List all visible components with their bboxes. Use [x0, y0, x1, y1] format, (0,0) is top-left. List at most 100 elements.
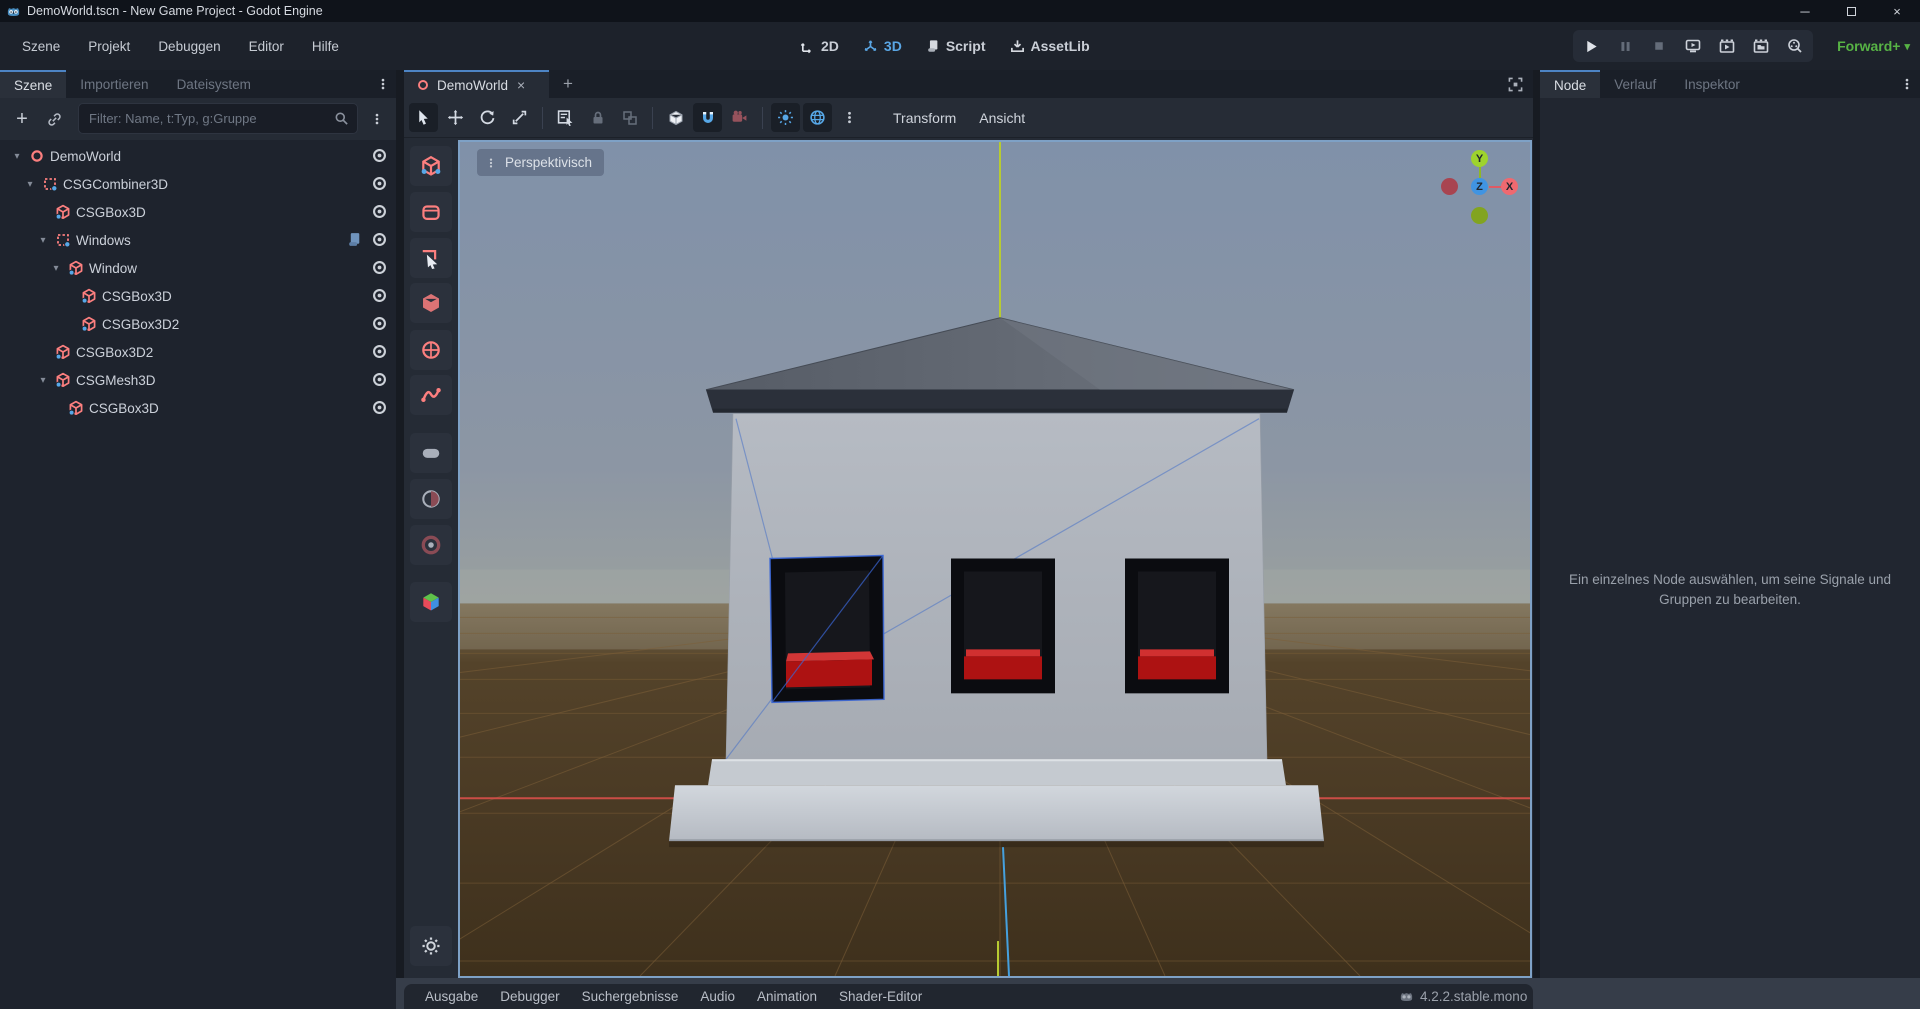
bottom-tab-suchergebnisse[interactable]: Suchergebnisse: [571, 989, 690, 1004]
stop-button[interactable]: [1649, 36, 1669, 56]
list-select-tool-button[interactable]: [551, 103, 580, 132]
chevron-down-icon[interactable]: ▾: [49, 263, 63, 274]
pause-button[interactable]: [1615, 36, 1635, 56]
visibility-eye-icon[interactable]: [371, 203, 388, 220]
bottom-tab-ausgabe[interactable]: Ausgabe: [414, 989, 489, 1004]
tree-row-csgbox3d[interactable]: CSGBox3D: [0, 198, 396, 226]
visibility-eye-icon[interactable]: [371, 259, 388, 276]
tree-row-windows[interactable]: ▾ Windows: [0, 226, 396, 254]
tab-inspektor[interactable]: Inspektor: [1670, 70, 1754, 98]
bottom-tab-shader-editor[interactable]: Shader-Editor: [828, 989, 933, 1004]
perspective-menu[interactable]: Perspektivisch: [477, 149, 604, 176]
transform-menu[interactable]: Transform: [883, 110, 966, 126]
environment-toggle-button[interactable]: [803, 103, 832, 132]
ring-shape-tool-button[interactable]: [410, 525, 452, 565]
csg-sphere-tool-button[interactable]: [410, 330, 452, 370]
viewport-options-button[interactable]: [835, 103, 864, 132]
chevron-down-icon[interactable]: ▾: [10, 151, 24, 162]
play-custom-scene-button[interactable]: [1751, 36, 1771, 56]
tab-dateisystem[interactable]: Dateisystem: [163, 70, 265, 98]
gizmo-neg-x-axis[interactable]: [1441, 178, 1458, 195]
camera-preview-button[interactable]: [725, 103, 754, 132]
capsule-shape-tool-button[interactable]: [410, 433, 452, 473]
renderer-selector[interactable]: Forward+ ▾: [1837, 22, 1910, 70]
chevron-down-icon[interactable]: ▾: [23, 179, 37, 190]
close-button[interactable]: ×: [1874, 0, 1920, 22]
gizmo-x-axis[interactable]: X: [1501, 178, 1518, 195]
workspace-3d-button[interactable]: 3D: [863, 38, 902, 54]
menu-debuggen[interactable]: Debuggen: [144, 35, 234, 58]
visibility-eye-icon[interactable]: [371, 175, 388, 192]
tab-importieren[interactable]: Importieren: [66, 70, 162, 98]
expand-viewport-icon[interactable]: [1508, 77, 1523, 92]
menu-hilfe[interactable]: Hilfe: [298, 35, 353, 58]
gizmo-neg-y-axis[interactable]: [1471, 207, 1488, 224]
csg-rounded-block-tool-button[interactable]: [410, 192, 452, 232]
csg-curve-tool-button[interactable]: [410, 375, 452, 415]
visibility-eye-icon[interactable]: [371, 231, 388, 248]
sun-toggle-button[interactable]: [771, 103, 800, 132]
chevron-down-icon[interactable]: ▾: [36, 375, 50, 386]
snap-toggle-button[interactable]: [693, 103, 722, 132]
gizmo-y-axis[interactable]: Y: [1471, 150, 1488, 167]
tree-row-csgcombiner3d[interactable]: ▾ CSGCombiner3D: [0, 170, 396, 198]
workspace-script-button[interactable]: Script: [926, 38, 986, 54]
visibility-eye-icon[interactable]: [371, 399, 388, 416]
local-space-toggle-button[interactable]: [661, 103, 690, 132]
visibility-eye-icon[interactable]: [371, 343, 388, 360]
new-scene-tab-button[interactable]: +: [549, 70, 587, 98]
3d-viewport[interactable]: Perspektivisch Y Z X: [458, 140, 1532, 978]
tree-row-window[interactable]: ▾ Window: [0, 254, 396, 282]
rotate-tool-button[interactable]: [473, 103, 502, 132]
play-scene-button[interactable]: [1717, 36, 1737, 56]
maximize-button[interactable]: [1828, 0, 1874, 22]
tree-row-csgbox3d[interactable]: CSGBox3D: [0, 394, 396, 422]
menu-editor[interactable]: Editor: [235, 35, 298, 58]
dock-menu-button[interactable]: [374, 75, 392, 93]
menu-szene[interactable]: Szene: [8, 35, 74, 58]
tab-node[interactable]: Node: [1540, 70, 1600, 98]
scene-filter-input[interactable]: [78, 103, 358, 134]
lock-tool-button[interactable]: [583, 103, 612, 132]
dock-menu-button[interactable]: [1898, 75, 1916, 93]
bottom-tab-animation[interactable]: Animation: [746, 989, 828, 1004]
play-button[interactable]: [1581, 36, 1601, 56]
gizmo-z-axis[interactable]: Z: [1471, 178, 1488, 195]
scene-tab-demoworld[interactable]: DemoWorld ×: [404, 70, 549, 98]
bottom-tab-audio[interactable]: Audio: [689, 989, 746, 1004]
tree-row-csgmesh3d[interactable]: ▾ CSGMesh3D: [0, 366, 396, 394]
minimize-button[interactable]: ─: [1782, 0, 1828, 22]
visibility-eye-icon[interactable]: [371, 147, 388, 164]
tree-row-csgbox3d2[interactable]: CSGBox3D2: [0, 338, 396, 366]
script-attached-icon[interactable]: [346, 231, 363, 248]
select-tool-button[interactable]: [409, 103, 438, 132]
tree-menu-button[interactable]: [364, 106, 390, 132]
movie-maker-button[interactable]: [1785, 36, 1805, 56]
3d-scene-canvas[interactable]: [460, 142, 1530, 976]
scale-tool-button[interactable]: [505, 103, 534, 132]
csg-block-tool-button[interactable]: [410, 146, 452, 186]
chevron-down-icon[interactable]: ▾: [36, 235, 50, 246]
move-tool-button[interactable]: [441, 103, 470, 132]
instance-scene-button[interactable]: [41, 106, 67, 132]
shape-select-tool-button[interactable]: [410, 238, 452, 278]
material-cube-tool-button[interactable]: [410, 582, 452, 622]
settings-gear-button[interactable]: [410, 926, 452, 966]
ansicht-menu[interactable]: Ansicht: [969, 110, 1035, 126]
visibility-eye-icon[interactable]: [371, 315, 388, 332]
tab-szene[interactable]: Szene: [0, 70, 66, 98]
visibility-eye-icon[interactable]: [371, 287, 388, 304]
workspace-assetlib-button[interactable]: AssetLib: [1010, 38, 1090, 54]
visibility-eye-icon[interactable]: [371, 371, 388, 388]
tree-row-csgbox3d2[interactable]: CSGBox3D2: [0, 310, 396, 338]
add-node-button[interactable]: +: [9, 106, 35, 132]
contrast-shape-tool-button[interactable]: [410, 479, 452, 519]
tab-verlauf[interactable]: Verlauf: [1600, 70, 1670, 98]
menu-projekt[interactable]: Projekt: [74, 35, 144, 58]
group-tool-button[interactable]: [615, 103, 644, 132]
csg-cube-tool-button[interactable]: [410, 283, 452, 323]
tree-row-demoworld[interactable]: ▾ DemoWorld: [0, 142, 396, 170]
close-tab-icon[interactable]: ×: [517, 77, 525, 93]
workspace-2d-button[interactable]: 2D: [800, 38, 839, 54]
remote-debug-button[interactable]: [1683, 36, 1703, 56]
